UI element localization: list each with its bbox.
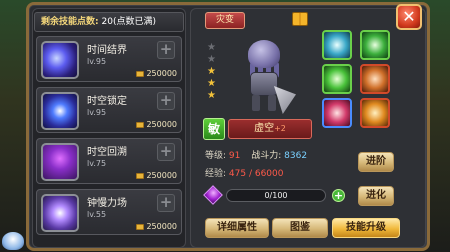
star-icon: ★ [207,78,216,89]
star-icon: ★ [207,54,216,65]
side-character-icon [2,232,24,250]
hero-body [250,72,278,96]
skill-points-note: (点数已满) [112,17,156,27]
evolve-button[interactable]: 进化 [358,186,394,206]
skill-cost: 250000 [136,120,177,129]
skill-name: 钟慢力场 [87,198,127,209]
xp-progress-bar: 0/100 [226,189,326,202]
hero-leg [268,95,276,111]
skill-plus-button[interactable]: + [157,143,175,161]
gold-coin-icon [136,172,145,179]
hero-name-plate: 虚空+2 [228,119,312,139]
skill-cost: 250000 [136,171,177,180]
skill-name: 时间结界 [87,45,127,56]
xp-add-button[interactable]: + [332,189,345,202]
skill-cost-value: 250000 [146,120,177,129]
star-icon: ★ [207,90,216,101]
exp-label: 经验: [205,169,227,179]
gold-coin-icon [136,121,145,128]
slow-field-icon [41,194,79,232]
time-rewind-icon [41,143,79,181]
equipment-slot-1[interactable] [322,30,352,60]
time-barrier-icon [41,41,79,79]
skill-points-value: 20 [101,17,113,27]
skill-item-time-barrier[interactable]: 时间结界 lv.95 + 250000 [36,36,182,82]
skill-item-time-rewind[interactable]: 时空回溯 lv.75 + 250000 [36,138,182,184]
skill-cost-value: 250000 [146,171,177,180]
close-button[interactable]: ✕ [396,4,422,30]
exp-value: 475 / 66000 [228,169,284,179]
skill-cost-value: 250000 [146,222,177,231]
hero-leg [252,95,260,111]
hero-name: 虚空 [254,123,275,134]
hero-head [248,40,280,68]
book-icon[interactable] [292,12,308,26]
equipment-slot-3[interactable] [322,64,352,94]
level-power-row: 等级: 91 战斗力: 8362 [205,148,307,161]
skill-level: lv.75 [87,159,107,168]
xp-progress-text: 0/100 [264,191,288,200]
gold-coin-icon [136,223,145,230]
grade-badge: 敏 [203,118,225,140]
tab-disaster[interactable]: 灾变 [205,12,245,29]
star-icon: ★ [207,42,216,53]
skill-plus-button[interactable]: + [157,194,175,212]
time-lock-icon [41,92,79,130]
advance-button[interactable]: 进阶 [358,152,394,172]
skill-cost-value: 250000 [146,69,177,78]
equipment-slot-2[interactable] [360,30,390,60]
skill-points-label: 剩余技能点数: [41,17,99,27]
equipment-slot-6[interactable] [360,98,390,128]
skill-item-slow-field[interactable]: 钟慢力场 lv.55 + 250000 [36,189,182,235]
skill-cost: 250000 [136,69,177,78]
exp-row: 经验: 475 / 66000 [205,166,283,179]
skill-cost: 250000 [136,222,177,231]
equipment-slot-4[interactable] [360,64,390,94]
hero-portrait [230,38,300,118]
star-icon: ★ [207,66,216,77]
skill-level: lv.55 [87,210,107,219]
power-value: 8362 [284,151,308,161]
skill-level: lv.95 [87,108,107,117]
skill-name: 时空锁定 [87,96,127,107]
hero-drill [274,86,296,114]
skill-item-time-lock[interactable]: 时空锁定 lv.95 + 250000 [36,87,182,133]
star-rating: ★ ★ ★ ★ ★ [207,42,219,102]
hero-plus-level: +2 [274,124,286,133]
level-value: 91 [228,151,241,161]
skill-upgrade-button[interactable]: 技能升级 [332,218,400,238]
level-label: 等级: [205,151,227,161]
skill-points-bar: 剩余技能点数: 20(点数已满) [34,12,184,32]
power-label: 战斗力: [251,151,282,161]
guide-button[interactable]: 图鉴 [272,218,328,238]
skill-level: lv.95 [87,57,107,66]
gold-coin-icon [136,70,145,77]
skill-plus-button[interactable]: + [157,41,175,59]
skill-name: 时空回溯 [87,147,127,158]
detail-attributes-button[interactable]: 详细属性 [205,218,269,238]
skill-plus-button[interactable]: + [157,92,175,110]
equipment-slot-5[interactable] [322,98,352,128]
